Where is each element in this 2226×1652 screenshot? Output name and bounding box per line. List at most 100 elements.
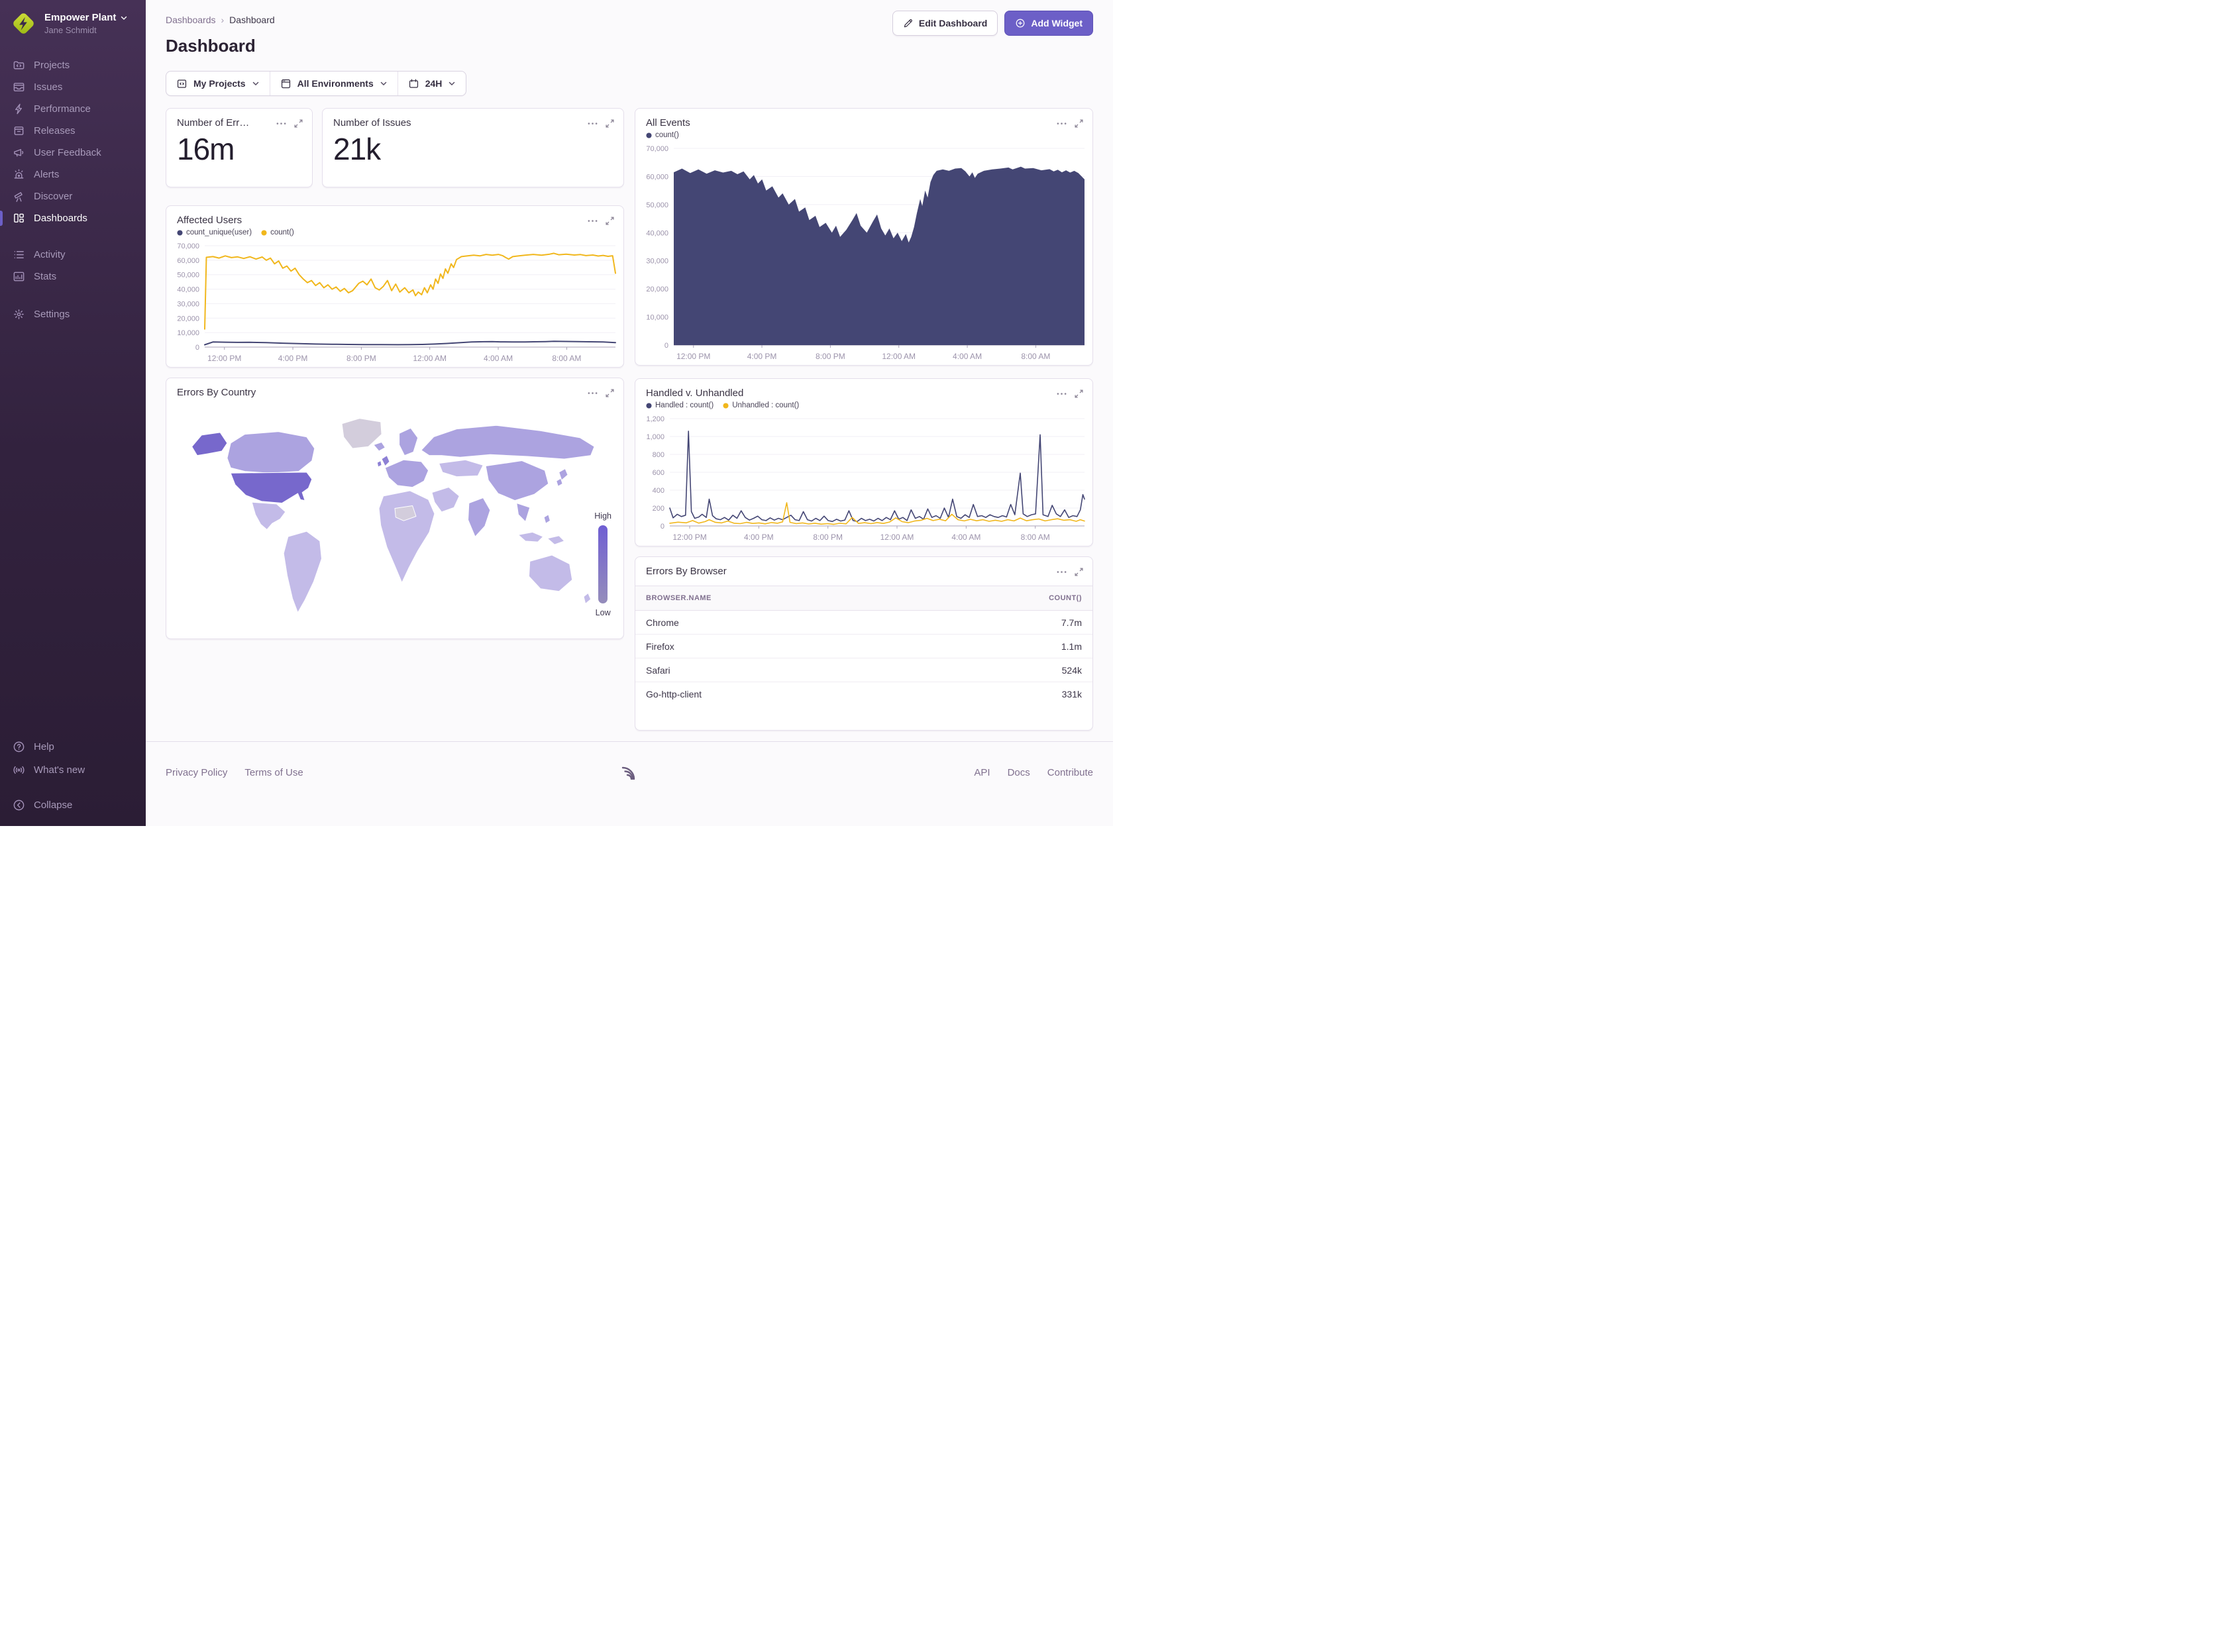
affected-users-chart[interactable]: 010,00020,00030,00040,00050,00060,00070,…	[172, 239, 619, 364]
legend-label: count_unique(user)	[186, 229, 252, 236]
expand-icon[interactable]	[294, 119, 303, 128]
releases-icon	[13, 125, 25, 137]
sidebar: Empower Plant Jane Schmidt Projects Issu…	[0, 0, 146, 826]
table-row: Chrome 7.7m	[635, 611, 1092, 635]
svg-text:50,000: 50,000	[177, 272, 199, 280]
widget-menu-icon[interactable]	[588, 391, 598, 395]
expand-icon[interactable]	[606, 217, 614, 225]
sidebar-item-performance[interactable]: Performance	[0, 98, 146, 120]
docs-link[interactable]: Docs	[1008, 767, 1030, 778]
svg-text:0: 0	[195, 344, 199, 352]
widget-menu-icon[interactable]	[1057, 570, 1067, 574]
widget-grid: Number of Err… 16m Number of Issues	[146, 108, 1113, 731]
browser-name: Safari	[646, 665, 670, 676]
sidebar-item-label: Projects	[34, 60, 70, 71]
contribute-link[interactable]: Contribute	[1047, 767, 1093, 778]
add-widget-button[interactable]: Add Widget	[1004, 11, 1093, 36]
svg-text:60,000: 60,000	[646, 173, 668, 181]
widget-title: Affected Users	[177, 215, 242, 226]
sidebar-item-issues[interactable]: Issues	[0, 76, 146, 98]
table-row: Safari 524k	[635, 658, 1092, 682]
edit-dashboard-button[interactable]: Edit Dashboard	[892, 11, 998, 36]
sidebar-item-collapse[interactable]: Collapse	[0, 794, 146, 817]
svg-text:8:00 AM: 8:00 AM	[1021, 533, 1050, 542]
widget-all-events: All Events count() 010,00020,00030,00040…	[635, 108, 1093, 366]
api-link[interactable]: API	[974, 767, 990, 778]
sidebar-item-activity[interactable]: Activity	[0, 244, 146, 266]
chevron-down-icon	[252, 79, 260, 87]
org-switcher[interactable]: Empower Plant Jane Schmidt	[0, 0, 146, 41]
alerts-icon	[13, 168, 25, 181]
world-map[interactable]: High Low	[174, 399, 615, 633]
svg-text:8:00 AM: 8:00 AM	[1021, 352, 1050, 361]
sidebar-item-projects[interactable]: Projects	[0, 54, 146, 76]
expand-icon[interactable]	[1075, 119, 1083, 128]
svg-text:12:00 AM: 12:00 AM	[413, 354, 447, 363]
user-feedback-icon	[13, 146, 25, 159]
user-name: Jane Schmidt	[44, 25, 128, 35]
project-filter-label: My Projects	[193, 78, 246, 89]
widget-menu-icon[interactable]	[1057, 392, 1067, 395]
legend-label: Unhandled : count()	[732, 401, 799, 409]
all-events-chart[interactable]: 010,00020,00030,00040,00050,00060,00070,…	[641, 142, 1088, 362]
sidebar-item-label: Discover	[34, 191, 72, 202]
expand-icon[interactable]	[606, 119, 614, 128]
main-content: Dashboards › Dashboard Dashboard Edit Da…	[146, 0, 1113, 826]
browser-count: 331k	[1062, 689, 1082, 699]
settings-icon	[13, 308, 25, 321]
svg-text:70,000: 70,000	[177, 242, 199, 250]
sidebar-item-user-feedback[interactable]: User Feedback	[0, 142, 146, 164]
sidebar-item-settings[interactable]: Settings	[0, 303, 146, 325]
svg-text:12:00 AM: 12:00 AM	[882, 352, 916, 361]
handled-unhandled-chart[interactable]: 02004006008001,0001,20012:00 PM4:00 PM8:…	[641, 412, 1088, 543]
svg-text:4:00 AM: 4:00 AM	[484, 354, 513, 363]
sidebar-item-discover[interactable]: Discover	[0, 185, 146, 207]
browser-count: 7.7m	[1061, 617, 1082, 628]
sidebar-item-alerts[interactable]: Alerts	[0, 164, 146, 185]
big-number-value: 16m	[166, 129, 312, 166]
expand-icon[interactable]	[1075, 389, 1083, 398]
widget-menu-icon[interactable]	[588, 219, 598, 223]
table-header: BROWSER.NAME COUNT()	[635, 586, 1092, 611]
collapse-icon	[13, 799, 25, 811]
widget-menu-icon[interactable]	[1057, 122, 1067, 125]
widget-menu-icon[interactable]	[588, 122, 598, 125]
svg-text:600: 600	[653, 469, 664, 477]
widget-number-of-errors: Number of Err… 16m	[166, 108, 313, 187]
expand-icon[interactable]	[606, 389, 614, 397]
widget-title: All Events	[646, 117, 690, 129]
map-color-legend: High Low	[594, 511, 611, 617]
legend-label: count()	[655, 131, 679, 139]
time-range-filter[interactable]: 24H	[398, 72, 466, 95]
sidebar-item-help[interactable]: Help	[0, 735, 146, 758]
sidebar-item-stats[interactable]: Stats	[0, 266, 146, 287]
privacy-policy-link[interactable]: Privacy Policy	[166, 767, 227, 778]
sidebar-item-releases[interactable]: Releases	[0, 120, 146, 142]
sidebar-item-label: Settings	[34, 309, 70, 320]
legend-dot-icon	[646, 132, 652, 138]
widget-menu-icon[interactable]	[276, 122, 286, 125]
terms-of-use-link[interactable]: Terms of Use	[244, 767, 303, 778]
widget-handled-v-unhandled: Handled v. Unhandled Handled : count() U…	[635, 378, 1093, 546]
sentry-logo	[616, 759, 643, 786]
sidebar-item-whats-new[interactable]: What's new	[0, 758, 146, 782]
legend-dot-icon	[261, 230, 267, 236]
browser-name: Go-http-client	[646, 689, 702, 699]
sidebar-item-label: Stats	[34, 271, 56, 282]
breadcrumb-dashboards[interactable]: Dashboards	[166, 15, 216, 25]
svg-text:800: 800	[653, 451, 664, 459]
expand-icon[interactable]	[1075, 568, 1083, 576]
dashboards-icon	[13, 212, 25, 225]
sidebar-item-label: Activity	[34, 249, 66, 260]
sidebar-item-label: Collapse	[34, 800, 72, 811]
sidebar-item-dashboards[interactable]: Dashboards	[0, 207, 146, 229]
svg-text:20,000: 20,000	[177, 315, 199, 323]
environment-filter[interactable]: All Environments	[270, 72, 398, 95]
project-filter[interactable]: My Projects	[166, 72, 270, 95]
org-name: Empower Plant	[44, 12, 116, 24]
legend-label: count()	[270, 229, 294, 236]
broadcast-icon	[13, 764, 25, 776]
svg-text:20,000: 20,000	[646, 285, 668, 293]
time-range-label: 24H	[425, 78, 443, 89]
legend-label: Handled : count()	[655, 401, 714, 409]
